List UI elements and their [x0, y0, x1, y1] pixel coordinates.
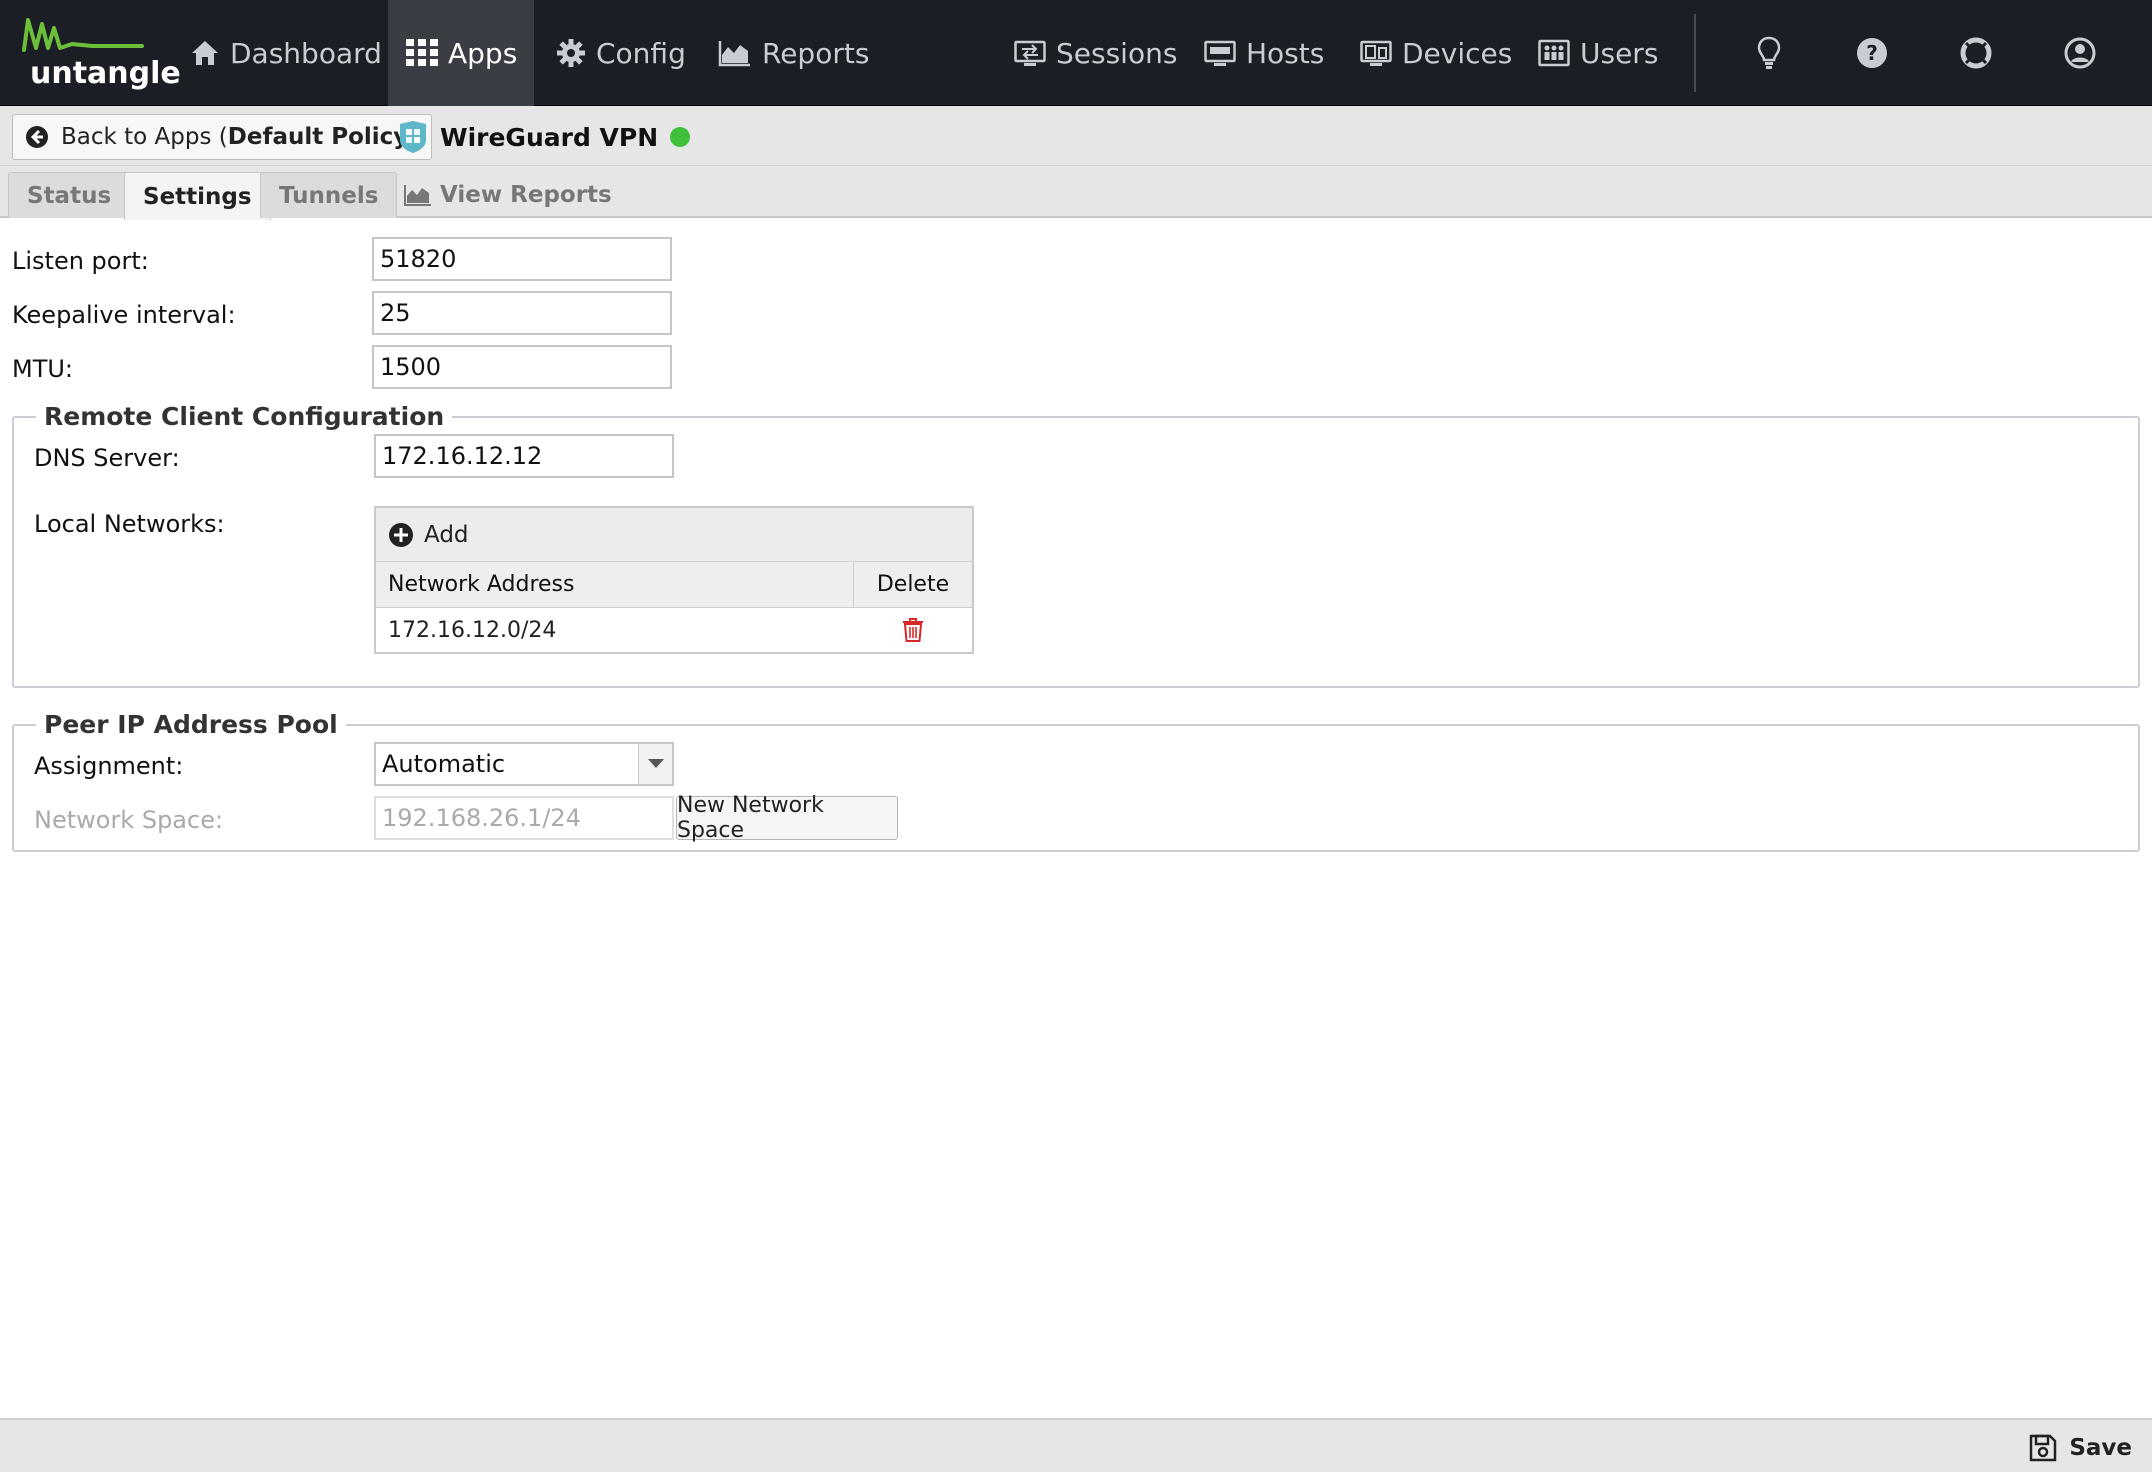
listen-port-input[interactable]: 51820 — [372, 237, 672, 281]
network-address-cell: 172.16.12.0/24 — [388, 617, 557, 643]
support-lifebuoy-icon[interactable] — [1957, 34, 1995, 72]
sessions-icon — [1014, 40, 1046, 66]
nav-devices-label: Devices — [1402, 36, 1513, 70]
remote-client-configuration-fieldset: Remote Client Configuration DNS Server: … — [12, 402, 2140, 688]
settings-panel: Listen port: 51820 Keepalive interval: 2… — [0, 220, 2152, 1420]
peer-ip-address-pool-fieldset: Peer IP Address Pool Assignment: Automat… — [12, 710, 2140, 852]
new-network-space-button[interactable]: New Network Space — [676, 793, 898, 843]
floppy-disk-icon — [2030, 1434, 2057, 1462]
nav-dashboard-label: Dashboard — [230, 36, 382, 70]
tab-tunnels-label: Tunnels — [279, 182, 379, 209]
nav-hosts-label: Hosts — [1246, 36, 1325, 70]
nav-sessions-label: Sessions — [1056, 36, 1178, 70]
listen-port-label: Listen port: — [12, 247, 149, 275]
chevron-down-icon[interactable] — [638, 744, 672, 784]
assignment-label: Assignment: — [34, 752, 184, 780]
tab-view-reports[interactable]: View Reports — [386, 172, 630, 218]
dns-server-label: DNS Server: — [34, 444, 180, 472]
devices-icon — [1360, 40, 1392, 66]
tab-status-label: Status — [27, 182, 112, 209]
back-button-label: Back to Apps (Default Policy) — [61, 124, 417, 150]
untangle-logo[interactable]: untangle — [22, 14, 181, 94]
logo-text: untangle — [30, 56, 181, 91]
monitor-icon — [1204, 40, 1236, 66]
mtu-input[interactable]: 1500 — [372, 345, 672, 389]
wireguard-app-icon — [400, 121, 426, 153]
add-network-label: Add — [424, 521, 469, 548]
nav-config[interactable]: Config — [556, 0, 686, 106]
keepalive-interval-input[interactable]: 25 — [372, 291, 672, 335]
trash-icon — [903, 618, 923, 642]
back-arrow-circle-icon — [26, 126, 48, 148]
app-status-indicator — [670, 127, 691, 147]
logo-wave-icon — [22, 18, 144, 52]
home-icon — [192, 41, 218, 65]
tab-settings[interactable]: Settings — [124, 172, 271, 220]
save-label: Save — [2069, 1435, 2132, 1461]
back-label-policy: Default Policy — [227, 124, 409, 150]
apps-grid-icon — [406, 39, 438, 66]
add-network-button[interactable]: Add — [376, 508, 972, 562]
keepalive-interval-label: Keepalive interval: — [12, 301, 236, 329]
nav-dashboard[interactable]: Dashboard — [190, 0, 382, 106]
app-title: WireGuard VPN — [398, 116, 691, 158]
assignment-selected-value: Automatic — [382, 750, 506, 778]
gear-icon — [557, 39, 585, 67]
nav-users-label: Users — [1580, 36, 1659, 70]
mtu-label: MTU: — [12, 355, 74, 383]
tab-settings-label: Settings — [143, 183, 252, 210]
nav-reports-label: Reports — [762, 36, 870, 70]
column-header-delete[interactable]: Delete — [854, 562, 972, 607]
save-button[interactable]: Save — [2029, 1430, 2132, 1466]
app-header-bar: Back to Apps (Default Policy) WireGuard … — [0, 106, 2152, 166]
tab-status[interactable]: Status — [8, 172, 131, 218]
help-icon[interactable]: ? — [1853, 34, 1891, 72]
lightbulb-icon[interactable] — [1750, 34, 1788, 72]
svg-text:?: ? — [1866, 41, 1878, 65]
nav-sessions[interactable]: Sessions — [1014, 0, 1177, 106]
app-title-text: WireGuard VPN — [440, 122, 659, 152]
user-account-icon[interactable] — [2061, 34, 2099, 72]
column-header-network-address[interactable]: Network Address — [376, 562, 854, 607]
network-space-label: Network Space: — [34, 806, 224, 834]
nav-reports[interactable]: Reports — [718, 0, 869, 106]
nav-hosts[interactable]: Hosts — [1204, 0, 1324, 106]
footer-bar: Save — [0, 1418, 2152, 1472]
nav-devices[interactable]: Devices — [1360, 0, 1512, 106]
nav-apps[interactable]: Apps — [388, 0, 534, 106]
area-chart-icon — [718, 41, 750, 67]
assignment-select[interactable]: Automatic — [374, 742, 674, 786]
nav-config-label: Config — [596, 36, 686, 70]
top-nav-bar: untangle Dashboard Apps Config Reports S… — [0, 0, 2152, 106]
tab-bar: Status Settings Tunnels View Reports — [0, 166, 2152, 220]
nav-apps-label: Apps — [448, 36, 518, 70]
delete-row-button[interactable] — [854, 608, 972, 652]
area-chart-icon — [404, 185, 431, 206]
local-networks-grid: Add Network Address Delete 172.16.12.0/2… — [374, 506, 974, 654]
tab-tunnels[interactable]: Tunnels — [260, 172, 398, 218]
users-icon — [1538, 39, 1570, 67]
dns-server-input[interactable]: 172.16.12.12 — [374, 434, 674, 478]
network-space-input: 192.168.26.1/24 — [374, 796, 674, 840]
nav-divider — [1694, 14, 1696, 92]
table-row[interactable]: 172.16.12.0/24 — [376, 608, 972, 652]
remote-client-legend: Remote Client Configuration — [36, 402, 453, 431]
nav-users[interactable]: Users — [1538, 0, 1658, 106]
back-label-prefix: Back to Apps ( — [61, 124, 228, 150]
plus-circle-icon — [389, 522, 413, 547]
back-to-apps-button[interactable]: Back to Apps (Default Policy) — [12, 114, 433, 160]
tab-view-reports-label: View Reports — [440, 182, 612, 208]
peer-pool-legend: Peer IP Address Pool — [36, 710, 346, 739]
grid-header-row: Network Address Delete — [376, 562, 972, 608]
local-networks-label: Local Networks: — [34, 510, 225, 538]
